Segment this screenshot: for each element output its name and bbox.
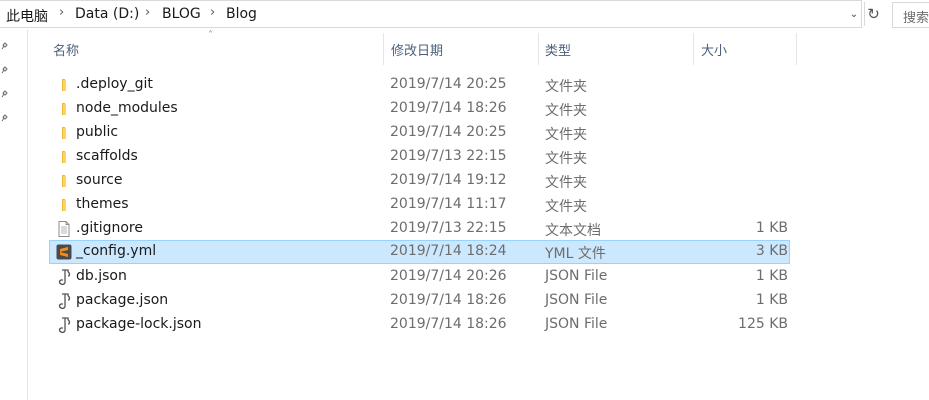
file-size: 1 KB	[755, 220, 788, 236]
breadcrumb-separator-icon[interactable]: ›	[59, 5, 64, 20]
file-name: scaffolds	[76, 148, 138, 164]
file-date: 2019/7/14 20:25	[390, 124, 507, 140]
breadcrumb-data-drive[interactable]: Data (D:)	[75, 6, 139, 22]
json-file-icon	[55, 316, 73, 334]
file-type: 文件夹	[545, 103, 587, 119]
file-size: 125 KB	[738, 316, 788, 332]
file-name: themes	[76, 196, 129, 212]
breadcrumb-separator-icon[interactable]: ›	[210, 5, 215, 20]
file-name: db.json	[76, 268, 127, 284]
address-bar[interactable]: 此电脑 › Data (D:) › BLOG › Blog	[0, 0, 862, 28]
file-size: 3 KB	[755, 243, 788, 259]
column-header-date[interactable]: 修改日期	[386, 31, 538, 65]
column-header-date-label: 修改日期	[391, 44, 444, 59]
file-name: _config.yml	[76, 243, 157, 259]
file-row[interactable]: node_modules 2019/7/14 18:26 文件夹	[49, 97, 790, 121]
file-date: 2019/7/14 20:25	[390, 76, 507, 92]
file-name: .gitignore	[76, 220, 143, 236]
file-row[interactable]: source 2019/7/14 19:12 文件夹	[49, 169, 790, 193]
file-date: 2019/7/14 18:26	[390, 100, 507, 116]
file-name: package-lock.json	[76, 316, 202, 332]
breadcrumb-separator-icon[interactable]: ›	[145, 5, 150, 20]
pin-icon	[1, 66, 8, 74]
json-file-icon	[55, 292, 73, 310]
column-header-size[interactable]: 大小	[696, 31, 796, 65]
file-row[interactable]: scaffolds 2019/7/13 22:15 文件夹	[49, 145, 790, 169]
pin-icon	[1, 90, 8, 98]
pin-icon	[1, 114, 8, 122]
file-type: JSON File	[545, 292, 608, 308]
column-divider[interactable]	[796, 33, 797, 65]
folder-icon	[55, 196, 73, 214]
file-date: 2019/7/13 22:15	[390, 148, 507, 164]
file-size: 1 KB	[755, 292, 788, 308]
column-divider[interactable]	[693, 33, 694, 65]
file-name: package.json	[76, 292, 169, 308]
file-name: .deploy_git	[76, 76, 153, 92]
file-date: 2019/7/14 18:26	[390, 292, 507, 308]
folder-icon	[55, 124, 73, 142]
file-date: 2019/7/13 22:15	[390, 220, 507, 236]
file-date: 2019/7/14 18:24	[390, 243, 507, 259]
folder-icon	[55, 100, 73, 118]
search-box[interactable]: 搜索	[892, 2, 929, 28]
column-header-name[interactable]: 名称	[48, 31, 383, 65]
file-date: 2019/7/14 18:26	[390, 316, 507, 332]
column-divider[interactable]	[383, 33, 384, 65]
chevron-down-icon: ⌄	[849, 8, 859, 20]
file-type: JSON File	[545, 316, 608, 332]
file-type: 文件夹	[545, 151, 587, 167]
file-size: 1 KB	[755, 268, 788, 284]
folder-icon	[55, 76, 73, 94]
address-bar-row: 此电脑 › Data (D:) › BLOG › Blog ⌄ ↻ 搜索	[0, 0, 929, 30]
column-header-name-label: 名称	[53, 44, 80, 59]
file-type: YML 文件	[545, 246, 606, 262]
column-header-size-label: 大小	[701, 44, 728, 59]
file-type: JSON File	[545, 268, 608, 284]
file-row[interactable]: themes 2019/7/14 11:17 文件夹	[49, 193, 790, 217]
column-header-type[interactable]: 类型	[540, 31, 693, 65]
file-row[interactable]: .deploy_git 2019/7/14 20:25 文件夹	[49, 73, 790, 97]
folder-icon	[55, 148, 73, 166]
file-name: node_modules	[76, 100, 178, 116]
file-row-selected[interactable]: _config.yml 2019/7/14 18:24 YML 文件 3 KB	[49, 240, 790, 264]
file-type: 文件夹	[545, 127, 587, 143]
file-row[interactable]: package.json 2019/7/14 18:26 JSON File 1…	[49, 289, 790, 313]
file-type: 文本文档	[545, 223, 601, 239]
refresh-icon: ↻	[867, 5, 880, 23]
search-placeholder: 搜索	[903, 11, 929, 26]
breadcrumb-this-pc[interactable]: 此电脑	[6, 6, 48, 26]
file-date: 2019/7/14 19:12	[390, 172, 507, 188]
file-row[interactable]: public 2019/7/14 20:25 文件夹	[49, 121, 790, 145]
json-file-icon	[55, 268, 73, 286]
file-row[interactable]: db.json 2019/7/14 20:26 JSON File 1 KB	[49, 265, 790, 289]
file-row[interactable]: package-lock.json 2019/7/14 18:26 JSON F…	[49, 313, 790, 337]
file-date: 2019/7/14 20:26	[390, 268, 507, 284]
text-file-icon	[55, 220, 73, 238]
column-divider[interactable]	[538, 33, 539, 65]
column-header-type-label: 类型	[545, 44, 572, 59]
refresh-button[interactable]: ↻	[864, 2, 882, 26]
file-date: 2019/7/14 11:17	[390, 196, 507, 212]
folder-icon	[55, 172, 73, 190]
address-history-dropdown[interactable]: ⌄	[846, 3, 862, 25]
file-name: source	[76, 172, 123, 188]
navigation-pane[interactable]	[0, 30, 28, 400]
file-type: 文件夹	[545, 175, 587, 191]
file-type: 文件夹	[545, 199, 587, 215]
file-row[interactable]: .gitignore 2019/7/13 22:15 文本文档 1 KB	[49, 217, 790, 241]
sublime-file-icon	[55, 243, 73, 261]
file-name: public	[76, 124, 119, 140]
file-type: 文件夹	[545, 79, 587, 95]
breadcrumb-blog[interactable]: Blog	[226, 6, 257, 22]
breadcrumb-blog-upper[interactable]: BLOG	[162, 6, 201, 22]
pin-icon	[1, 42, 8, 50]
